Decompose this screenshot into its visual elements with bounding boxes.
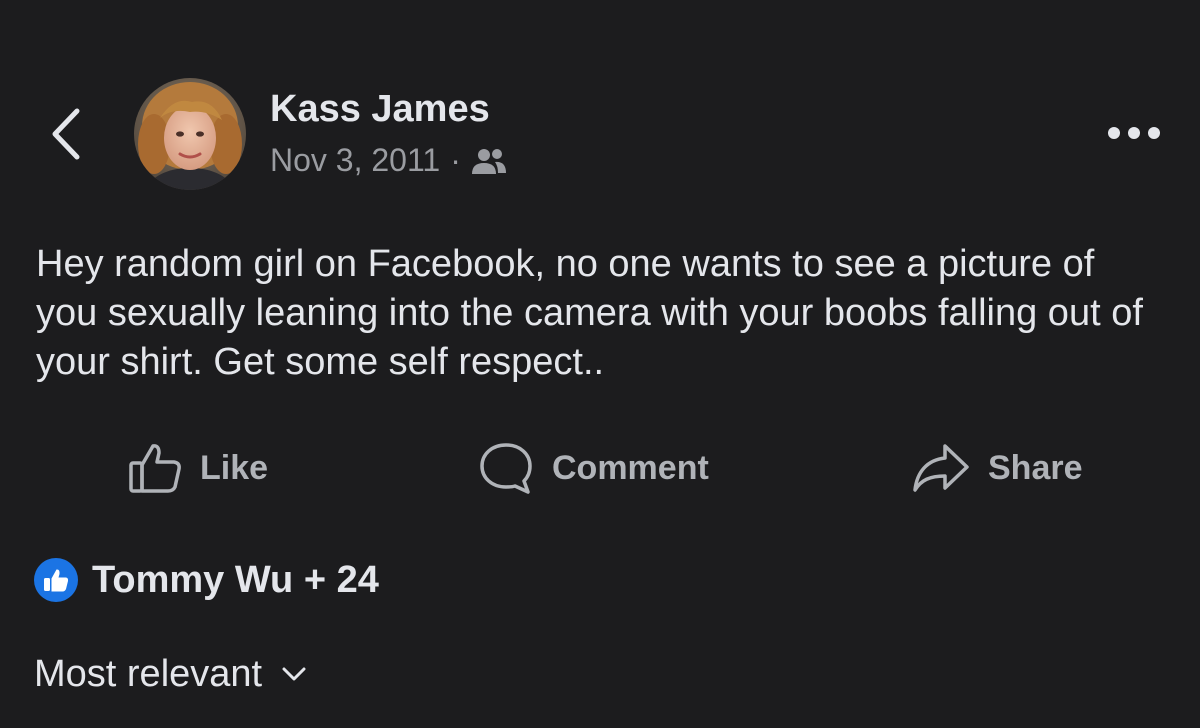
comment-button[interactable]: Comment (478, 436, 709, 500)
share-arrow-icon (913, 444, 969, 492)
friends-icon[interactable] (471, 146, 507, 176)
chevron-left-icon (52, 108, 80, 160)
comment-label: Comment (552, 448, 709, 487)
comment-sort-dropdown[interactable]: Most relevant (34, 648, 306, 700)
comment-sort-label: Most relevant (34, 652, 263, 695)
like-label: Like (200, 448, 269, 487)
thumbs-up-icon (129, 444, 181, 493)
thumbs-up-icon (44, 569, 69, 592)
more-horizontal-icon (1108, 127, 1160, 139)
post-meta: Nov 3, 2011 · (270, 142, 507, 179)
share-label: Share (988, 448, 1083, 487)
action-bar: Like Comment Share (0, 436, 1200, 500)
reaction-summary-text: Tommy Wu + 24 (92, 558, 379, 601)
reaction-summary[interactable]: Tommy Wu + 24 (34, 554, 379, 606)
like-reaction-badge (34, 558, 78, 602)
author-avatar[interactable] (134, 78, 246, 190)
back-button[interactable] (44, 102, 88, 166)
more-options-button[interactable] (1106, 116, 1162, 150)
meta-separator: · (450, 142, 461, 178)
comment-bubble-icon (480, 443, 532, 494)
author-name[interactable]: Kass James (270, 88, 490, 131)
post-date[interactable]: Nov 3, 2011 (270, 142, 440, 179)
chevron-down-icon (282, 667, 306, 681)
like-button[interactable]: Like (128, 436, 268, 500)
post-text: Hey random girl on Facebook, no one want… (36, 243, 1143, 383)
share-button[interactable]: Share (912, 436, 1083, 500)
